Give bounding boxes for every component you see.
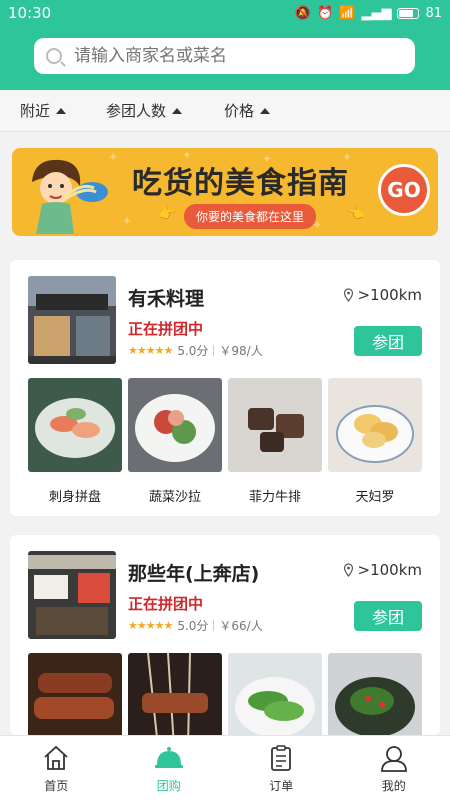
banner-title: 吃货的美食指南 [132, 166, 349, 201]
dish-photo [128, 652, 222, 748]
shop-photo [28, 276, 116, 364]
tab-label: 首页 [44, 779, 69, 793]
filter-label: 价格 [224, 102, 255, 120]
shop-photo [28, 551, 116, 639]
dish-name: 刺身拼盘 [48, 490, 101, 505]
pointing-hand-icon: 👈 [346, 204, 365, 222]
tab-label: 团购 [156, 779, 181, 793]
filter-price[interactable]: 价格 [224, 100, 271, 121]
wifi-icon: 📶 [339, 5, 356, 21]
tab-orders[interactable]: 订单 [225, 736, 338, 800]
header-bar: 10:30 🔕 ⏰ 📶 ▂▄▆ 81 [0, 0, 450, 90]
dish-photo [28, 378, 122, 472]
bottom-tab-bar: 首页 团购 订单 我的 [0, 735, 450, 800]
search-input[interactable] [74, 46, 374, 66]
location-pin-icon [343, 288, 353, 302]
dish-item[interactable]: 蔬菜沙拉 [128, 378, 222, 505]
filter-label: 附近 [20, 102, 51, 120]
dish-item[interactable]: 天妇罗 [328, 378, 422, 505]
banner-subtitle: 你要的美食都在这里 [184, 204, 317, 229]
tab-label: 我的 [381, 779, 406, 793]
dish-photo [228, 653, 322, 747]
sort-arrow-icon [260, 107, 271, 114]
filter-label: 参团人数 [106, 102, 167, 120]
dish-list: 刺身拼盘 蔬菜沙拉 菲力牛排 天妇罗 [28, 378, 422, 505]
user-icon [380, 746, 407, 772]
shop-card[interactable]: 有禾料理 >100km 正在拼团中 ★★★★★ 5.0分 ￥98/人 参团 刺身… [10, 260, 440, 516]
signal-icon: ▂▄▆ [361, 5, 392, 21]
sort-arrow-icon [172, 107, 183, 114]
shop-meta: ★★★★★ 5.0分 ￥98/人 [128, 342, 263, 359]
filter-nearby[interactable]: 附近 [20, 100, 67, 121]
join-group-button[interactable]: 参团 [354, 326, 422, 356]
alarm-icon: ⏰ [317, 5, 334, 21]
shop-name[interactable]: 有禾料理 [128, 284, 204, 311]
dish-item[interactable]: 刺身拼盘 [28, 378, 122, 505]
rating-value: 5.0分 [177, 344, 209, 358]
shop-meta: ★★★★★ 5.0分 ￥66/人 [128, 617, 263, 634]
home-icon [44, 745, 68, 770]
tab-profile[interactable]: 我的 [338, 736, 450, 800]
divider [213, 620, 215, 631]
divider [213, 345, 215, 356]
battery-level: 81 [425, 5, 442, 21]
girl-eating-illustration [32, 159, 108, 234]
distance-value: >100km [357, 286, 423, 304]
shop-card[interactable]: 那些年(上奔店) >100km 正在拼团中 ★★★★★ 5.0分 ￥66/人 参… [10, 535, 440, 748]
dish-name: 蔬菜沙拉 [148, 490, 201, 505]
rating-stars-icon: ★★★★★ [128, 619, 173, 632]
tab-home[interactable]: 首页 [0, 736, 113, 800]
status-time: 10:30 [8, 4, 52, 22]
rating-stars-icon: ★★★★★ [128, 344, 173, 357]
tab-label: 订单 [269, 779, 294, 793]
dish-photo [128, 378, 222, 472]
clipboard-icon [271, 745, 292, 771]
dish-photo [328, 378, 422, 472]
rating-value: 5.0分 [177, 619, 209, 633]
search-icon [46, 48, 62, 64]
promo-banner[interactable]: ✦ ✦ ✦ ✦ ✦ ✦ 吃货的美食指南 👉 你要的美食都在这里 👈 GO [12, 148, 438, 236]
dish-photo [28, 653, 122, 747]
mute-icon: 🔕 [294, 5, 312, 21]
status-bar: 10:30 🔕 ⏰ 📶 ▂▄▆ 81 [0, 0, 450, 26]
dish-item[interactable]: 菲力牛排 [228, 378, 322, 505]
sort-arrow-icon [56, 107, 67, 114]
dish-photo [228, 378, 322, 472]
filter-group-size[interactable]: 参团人数 [106, 100, 183, 121]
distance-value: >100km [357, 561, 423, 579]
filter-bar: 附近 参团人数 价格 [0, 90, 450, 132]
food-cloche-icon [154, 747, 183, 768]
status-icons: 🔕 ⏰ 📶 ▂▄▆ 81 [295, 6, 442, 21]
group-status: 正在拼团中 [128, 320, 204, 338]
group-status: 正在拼团中 [128, 595, 204, 613]
dish-photo [328, 653, 422, 747]
banner-go-button[interactable]: GO [378, 164, 430, 216]
shop-name[interactable]: 那些年(上奔店) [128, 559, 259, 586]
location-pin-icon [343, 563, 353, 577]
shop-distance: >100km [343, 286, 423, 304]
dish-name: 天妇罗 [355, 490, 395, 505]
price-per-person: ￥66/人 [219, 619, 263, 633]
pointing-hand-icon: 👉 [158, 204, 177, 222]
shop-distance: >100km [343, 561, 423, 579]
tab-group-buy[interactable]: 团购 [113, 736, 226, 800]
join-group-button[interactable]: 参团 [354, 601, 422, 631]
battery-icon [397, 7, 420, 19]
dish-name: 菲力牛排 [248, 490, 301, 505]
search-box[interactable] [34, 38, 415, 74]
price-per-person: ￥98/人 [219, 344, 263, 358]
